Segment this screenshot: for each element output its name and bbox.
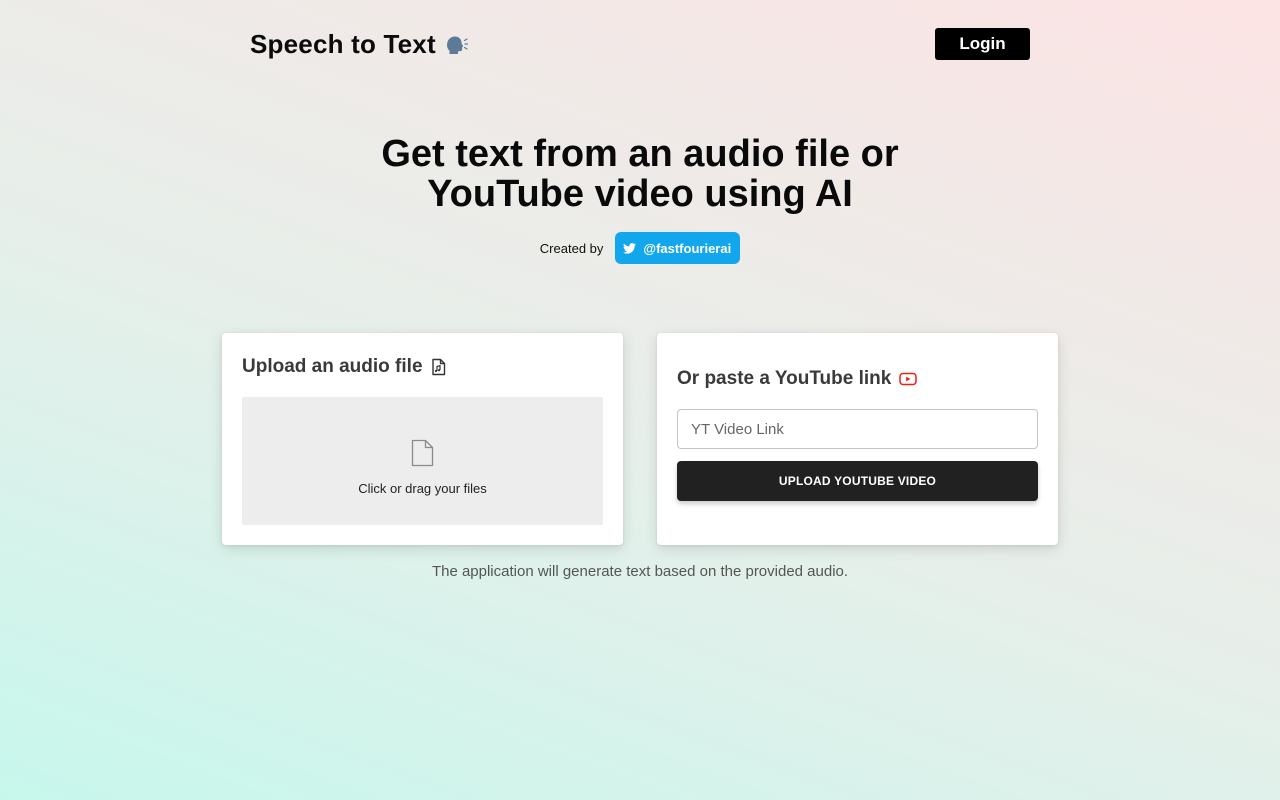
upload-audio-card: Upload an audio file Click or drag your … xyxy=(222,333,623,545)
page-title-line-1: Get text from an audio file or xyxy=(381,133,899,175)
twitter-handle: @fastfourierai xyxy=(643,240,732,256)
upload-youtube-video-button[interactable]: UPLOAD YOUTUBE VIDEO xyxy=(677,461,1038,501)
page-title: Get text from an audio file or YouTube v… xyxy=(0,134,1280,214)
upload-card-title-text: Upload an audio file xyxy=(242,356,423,377)
dropzone-text: Click or drag your files xyxy=(358,481,487,496)
footnote: The application will generate text based… xyxy=(431,563,849,580)
youtube-card-title: Or paste a YouTube link xyxy=(677,368,918,390)
youtube-icon xyxy=(899,372,918,386)
file-dropzone[interactable]: Click or drag your files xyxy=(242,397,603,525)
speaking-head-icon xyxy=(444,33,468,55)
audio-file-icon xyxy=(431,358,447,376)
upload-card-title: Upload an audio file xyxy=(242,356,447,378)
twitter-handle-link[interactable]: @fastfourierai xyxy=(615,232,741,264)
youtube-link-input[interactable] xyxy=(677,409,1038,449)
twitter-bird-icon xyxy=(623,242,637,254)
credit: Created by @fastfourierai xyxy=(0,232,1280,264)
header: Speech to Text Login xyxy=(250,28,1030,60)
page-title-line-2: YouTube video using AI xyxy=(427,173,853,215)
youtube-link-card: Or paste a YouTube link UPLOAD YOUTUBE V… xyxy=(657,333,1058,545)
youtube-card-title-text: Or paste a YouTube link xyxy=(677,368,892,389)
brand-title: Speech to Text xyxy=(250,29,436,59)
login-button[interactable]: Login xyxy=(935,28,1030,60)
created-by-label: Created by xyxy=(539,240,604,256)
brand: Speech to Text xyxy=(250,28,468,60)
file-icon xyxy=(411,439,434,472)
